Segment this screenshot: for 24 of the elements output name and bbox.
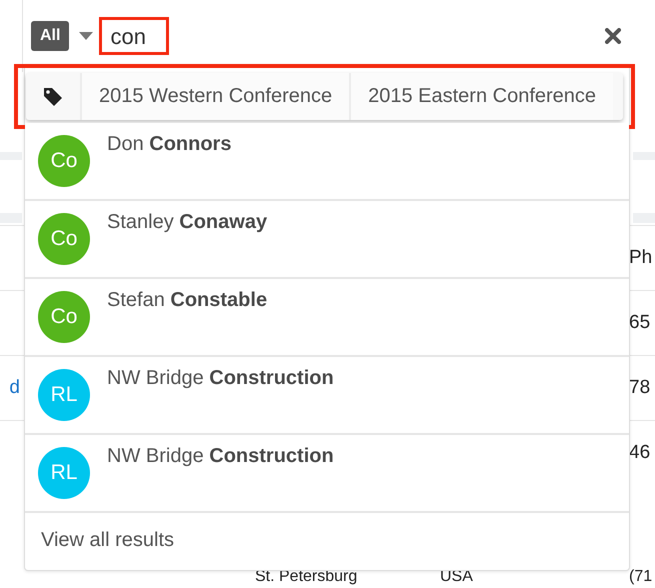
table-cell-text: Ph [629, 247, 654, 269]
table-cell-text: 65 [629, 312, 652, 334]
result-name[interactable]: NW Bridge Construction [107, 367, 334, 390]
result-name[interactable]: Don Connors [107, 133, 232, 156]
link-text[interactable]: d [9, 377, 20, 399]
result-name[interactable]: Stefan Constable [107, 289, 268, 312]
tag-icon [43, 86, 63, 106]
tag-chip[interactable]: 2015 Eastern Conference [351, 73, 614, 120]
result-name[interactable]: Stanley Conaway [107, 211, 268, 234]
search-field[interactable]: con [99, 17, 170, 55]
view-all-link[interactable]: View all results [25, 513, 629, 570]
tag-chip[interactable]: 2015 Western Conference [82, 73, 352, 120]
avatar: Co [38, 213, 90, 265]
avatar: Co [38, 291, 90, 343]
avatar: RL [38, 447, 90, 499]
table-cell-text: 78 [629, 377, 652, 399]
result-name[interactable]: NW Bridge Construction [107, 445, 334, 468]
avatar: Co [38, 135, 90, 187]
close-icon[interactable] [605, 28, 621, 44]
table-cell-text: (71 [629, 567, 654, 586]
caret-icon[interactable] [79, 32, 94, 40]
table-cell-text: 46 [629, 442, 652, 464]
avatar: RL [38, 369, 90, 421]
module-button[interactable]: All [31, 21, 70, 51]
